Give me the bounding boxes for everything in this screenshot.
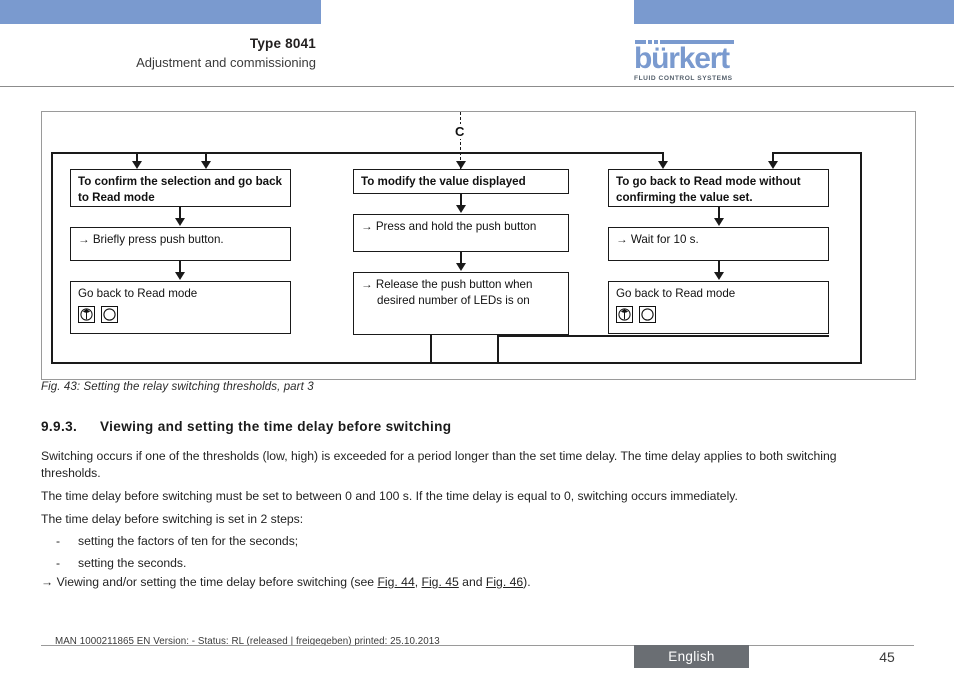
branch-arrow-1 — [132, 161, 142, 169]
column-2-step-text-2: → Release the push button when desired n… — [361, 278, 533, 307]
branch-arrow-5 — [768, 161, 778, 169]
column-2-step-text-1: → Press and hold the push button — [361, 220, 537, 233]
col2-arrow-2 — [456, 263, 466, 271]
column-3-heading-box: To go back to Read mode without confirmi… — [608, 169, 829, 207]
loop-line-right — [860, 152, 862, 364]
list-item-text: setting the seconds. — [78, 555, 187, 570]
section-paragraph-3: The time delay before switching is set i… — [41, 512, 304, 526]
column-3-step-box-1: → Wait for 10 s. — [608, 227, 829, 261]
list-item: - setting the factors of ten for the seco… — [41, 531, 298, 553]
column-1-result-text: Go back to Read mode — [78, 287, 198, 300]
col1-arrow-1 — [175, 218, 185, 226]
column-1-result-box: Go back to Read mode — [70, 281, 291, 334]
section-bullet-list: - setting the factors of ten for the seco… — [41, 531, 298, 574]
branch-arrow-3 — [456, 161, 466, 169]
branch-arrow-4 — [658, 161, 668, 169]
section-heading: 9.9.3. Viewing and setting the time delay… — [41, 419, 451, 434]
cross-reference-suffix: ). — [523, 575, 531, 589]
document-section-subtitle: Adjustment and commissioning — [136, 55, 316, 70]
column-3-result-text: Go back to Read mode — [616, 287, 736, 300]
bullet-marker: - — [56, 534, 61, 548]
led-off-icon — [101, 305, 118, 323]
column-2-heading-text: To modify the value displayed — [361, 175, 526, 188]
column-2-heading-box: To modify the value displayed — [353, 169, 569, 194]
link-fig-45[interactable]: Fig. 45 — [422, 575, 459, 589]
column-3-led-group — [616, 305, 822, 323]
column-2-step-box-2: → Release the push button when desired n… — [353, 272, 569, 335]
col1-arrow-2 — [175, 272, 185, 280]
footer-page-number: 45 — [879, 648, 895, 665]
section-paragraph-2: The time delay before switching must be … — [41, 489, 738, 503]
section-paragraph-1: Switching occurs if one of the threshold… — [41, 449, 837, 480]
loop-line-bottom — [51, 362, 862, 364]
loop-line-left — [51, 152, 53, 364]
logo-wordmark: bürkert — [634, 42, 730, 75]
list-item: - setting the seconds. — [41, 553, 298, 575]
column-2-step-box-1: → Press and hold the push button — [353, 214, 569, 252]
header-divider — [0, 86, 954, 87]
column-1-step-text-1: → Briefly press push button. — [78, 233, 224, 246]
distribution-bus-left — [51, 152, 206, 154]
footer-divider — [41, 645, 914, 646]
link-fig-46[interactable]: Fig. 46 — [486, 575, 523, 589]
figure-caption: Fig. 43: Setting the relay switching thr… — [41, 381, 314, 393]
bullet-marker: - — [56, 555, 61, 570]
list-item-text: setting the factors of ten for the secon… — [78, 534, 299, 548]
burkert-logo: bürkert FLUID CONTROL SYSTEMS — [634, 40, 735, 82]
col3-return-bottom — [497, 335, 829, 337]
header-titles: Type 8041 Adjustment and commissioning — [0, 34, 316, 72]
col3-arrow-1 — [714, 218, 724, 226]
led-off-icon — [639, 305, 656, 323]
entry-connector-label: C — [452, 124, 468, 139]
branch-arrow-2 — [201, 161, 211, 169]
column-3-result-box: Go back to Read mode — [608, 281, 829, 334]
column-3-step-text-1: → Wait for 10 s. — [616, 233, 699, 246]
header-accent-bar-left — [0, 0, 321, 24]
col3-return-line — [497, 335, 499, 363]
column-1-heading-box: To confirm the selection and go back to … — [70, 169, 291, 207]
document-type-title: Type 8041 — [249, 36, 316, 51]
link-fig-44[interactable]: Fig. 44 — [377, 575, 414, 589]
led-on-icon — [78, 305, 95, 323]
section-title: Viewing and setting the time delay befor… — [100, 419, 452, 434]
flowchart: C To confirm the selection and go back t… — [42, 112, 915, 379]
logo-tagline: FLUID CONTROL SYSTEMS — [634, 75, 733, 82]
figure-43-frame: C To confirm the selection and go back t… — [41, 111, 916, 380]
cross-reference-separator-2: and — [458, 575, 486, 589]
col2-arrow-1 — [456, 205, 466, 213]
column-3-heading-text: To go back to Read mode without confirmi… — [616, 175, 801, 204]
header-accent-bar-right — [634, 0, 954, 24]
distribution-bus-mid — [205, 152, 663, 154]
col3-arrow-2 — [714, 272, 724, 280]
distribution-bus-right — [772, 152, 861, 154]
column-1-step-box-1: → Briefly press push button. — [70, 227, 291, 261]
cross-reference-prefix: → Viewing and/or setting the time delay … — [41, 575, 378, 589]
column-1-heading-text: To confirm the selection and go back to … — [78, 175, 282, 204]
cross-reference-separator-1: , — [414, 575, 422, 589]
section-cross-reference-line: → Viewing and/or setting the time delay … — [41, 574, 897, 591]
section-number: 9.9.3. — [41, 419, 78, 434]
led-on-icon — [616, 305, 633, 323]
footer-language-badge: English — [634, 645, 749, 668]
column-1-led-group — [78, 305, 284, 323]
col2-return-line — [430, 335, 432, 363]
